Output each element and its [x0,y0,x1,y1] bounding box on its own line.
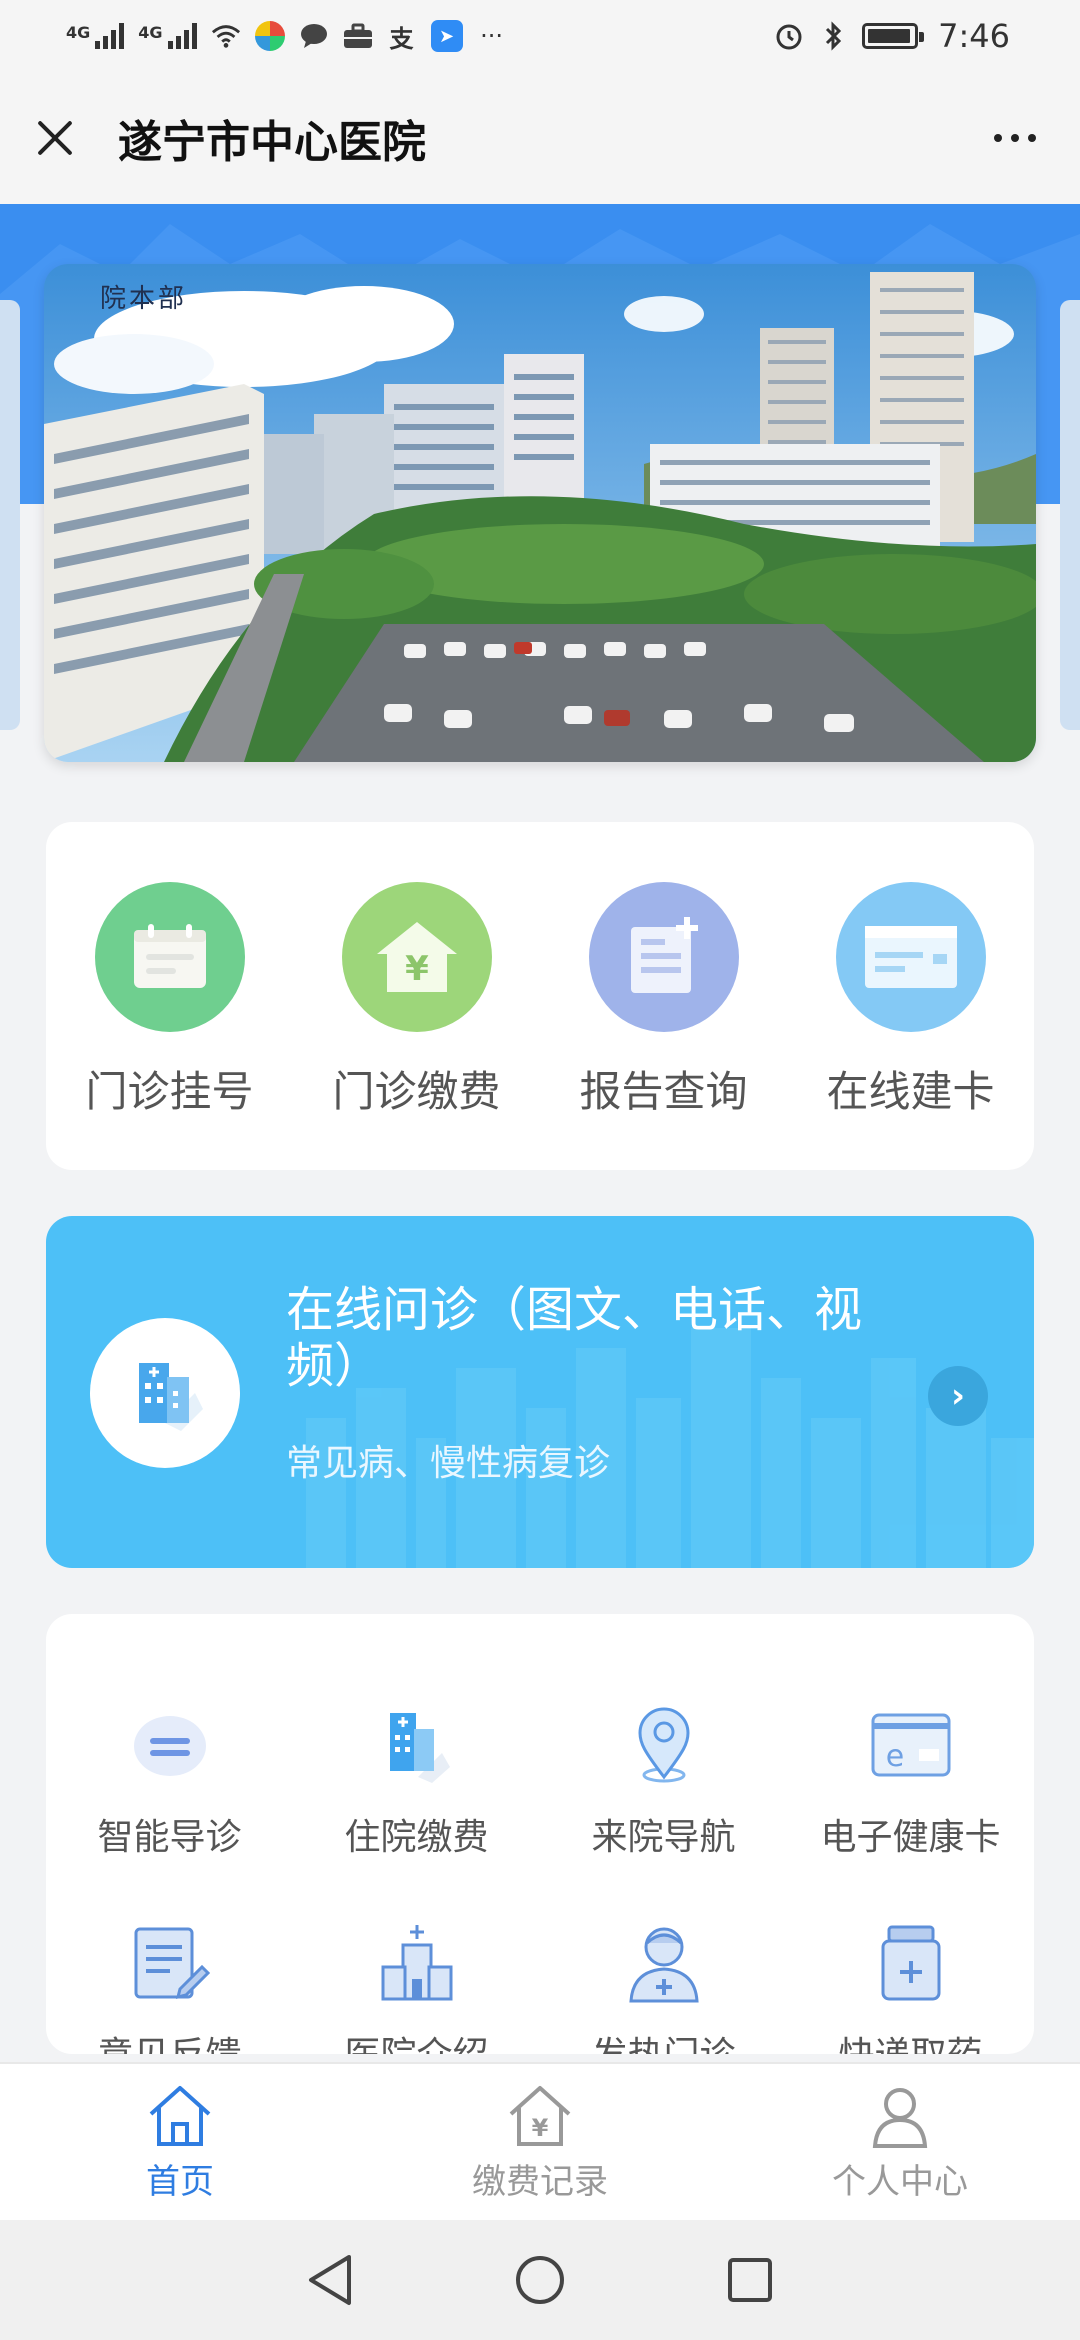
card-icon [835,882,986,1032]
location-pin-icon [619,1700,709,1790]
medicine-bottle-icon [866,1918,956,2008]
yuan-house-icon: ¥ [341,882,492,1032]
briefcase-icon [343,21,373,51]
quick-service-registration[interactable]: 门诊挂号 [50,882,290,1170]
home-icon [149,2086,211,2146]
svg-text:¥: ¥ [405,949,429,989]
services-grid-card: 智能导诊 住院缴费 来院导航 e 电子健康卡 意见反馈 [46,1614,1034,2054]
more-icon[interactable] [994,134,1036,142]
recent-apps-icon[interactable] [720,2250,780,2310]
feedback-icon [125,1918,215,2008]
service-label: 电子健康卡 [820,1817,1001,1858]
online-consult-banner[interactable]: 在线问诊（图文、电话、视频） 常见病、慢性病复诊 › [46,1216,1034,1568]
status-time: 7:46 [938,17,1010,55]
signal-icon: 4G [66,23,125,49]
signal-icon: 4G [138,23,197,49]
hospital-banner[interactable]: 院本部 [44,264,1036,762]
service-hospital-intro[interactable]: 医院介绍 [293,1918,540,2054]
tab-personal-center[interactable]: 个人中心 [720,2064,1080,2220]
service-label: 发热门诊 [591,2026,735,2054]
service-fever-clinic[interactable]: 发热门诊 [540,1918,787,2054]
app-icon: ➤ [430,20,463,52]
home-circle-icon[interactable] [510,2250,570,2310]
quick-service-card[interactable]: 在线建卡 [791,882,1031,1170]
quick-service-label: 门诊缴费 [332,1067,501,1116]
status-bar: 4G 4G 支 ➤ ··· 7:46 [0,0,1080,72]
tab-label: 个人中心 [832,2162,968,2202]
service-label: 来院导航 [591,1817,736,1858]
service-smart-guide[interactable]: 智能导诊 [46,1700,293,1860]
system-navigation-bar [0,2220,1080,2340]
service-label: 医院介绍 [344,2026,488,2054]
tab-home[interactable]: 首页 [0,2064,360,2220]
carousel-prev-card[interactable] [0,300,20,730]
consult-subtitle: 常见病、慢性病复诊 [286,1443,611,1484]
e-card-icon: e [866,1700,956,1790]
close-icon[interactable] [32,115,78,161]
quick-service-report[interactable]: 报告查询 [544,882,784,1170]
svg-text:e: e [885,1739,903,1774]
service-label: 智能导诊 [97,1817,242,1858]
hospital-building-icon [372,1700,462,1790]
alipay-icon: 支 [389,24,414,53]
bottom-tab-bar: 首页 ¥ 缴费记录 个人中心 [0,2062,1080,2220]
quick-services-card: 门诊挂号 ¥ 门诊缴费 报告查询 在线建卡 [46,822,1034,1170]
hospital-icon [372,1918,462,2008]
service-health-card[interactable]: e 电子健康卡 [787,1700,1034,1860]
alarm-icon [774,21,804,51]
quick-service-label: 在线建卡 [826,1067,995,1116]
consult-title: 在线问诊（图文、电话、视频） [286,1282,863,1394]
more-notifications-icon: ··· [480,22,503,50]
report-icon [588,882,739,1032]
payment-house-icon: ¥ [509,2086,571,2146]
service-label: 意见反馈 [97,2026,241,2054]
bluetooth-icon [818,21,848,51]
service-inpatient-payment[interactable]: 住院缴费 [293,1700,540,1860]
carousel-next-card[interactable] [1060,300,1080,730]
banner-caption: 院本部 [100,284,188,314]
service-navigation[interactable]: 来院导航 [540,1700,787,1860]
doctor-icon [619,1918,709,2008]
quick-service-label: 门诊挂号 [85,1067,254,1116]
hospital-building-icon [90,1318,240,1468]
user-icon [872,2088,928,2148]
service-medicine-delivery[interactable]: 快递取药 [787,1918,1034,2054]
tab-label: 缴费记录 [472,2162,608,2202]
service-label: 住院缴费 [344,1817,489,1858]
service-feedback[interactable]: 意见反馈 [46,1918,293,2054]
chat-icon [299,21,329,51]
quick-service-payment[interactable]: ¥ 门诊缴费 [297,882,537,1170]
svg-text:¥: ¥ [532,2114,549,2142]
wifi-icon [211,21,241,51]
menu-icon [125,1700,215,1790]
app-icon [254,21,285,51]
back-icon[interactable] [300,2250,360,2310]
tab-label: 首页 [146,2162,214,2202]
battery-icon [862,23,925,49]
service-label: 快递取药 [838,2026,982,2054]
quick-service-label: 报告查询 [579,1067,748,1116]
tab-payment-records[interactable]: ¥ 缴费记录 [360,2064,720,2220]
calendar-icon [94,882,245,1032]
title-bar: 遂宁市中心医院 [0,72,1080,204]
hospital-photo [44,264,1036,762]
chevron-right-icon[interactable]: › [928,1366,988,1426]
page-title: 遂宁市中心医院 [118,117,426,168]
